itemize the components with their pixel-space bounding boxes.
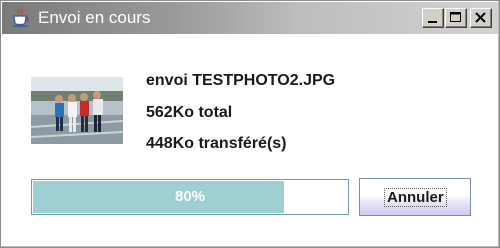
cancel-button-label: Annuler — [384, 188, 447, 207]
upload-progress-bar: 80% — [31, 179, 349, 215]
close-icon — [475, 12, 486, 23]
progress-percent-label: 80% — [174, 188, 206, 205]
java-coffee-cup-icon — [12, 8, 30, 28]
maximize-button[interactable] — [445, 8, 467, 28]
window-title: Envoi en cours — [38, 8, 151, 27]
cancel-button[interactable]: Annuler — [359, 178, 471, 216]
upload-dialog-window: Envoi en cours envoi TESTPHOTO2.JPG 562K… — [0, 0, 500, 248]
total-size-text: 562Ko total — [146, 104, 233, 121]
filename-text: envoi TESTPHOTO2.JPG — [146, 72, 336, 89]
maximize-icon — [450, 12, 461, 22]
minimize-icon — [428, 21, 437, 23]
close-button[interactable] — [470, 8, 492, 28]
minimize-button[interactable] — [422, 8, 444, 28]
transferred-size-text: 448Ko transféré(s) — [146, 135, 287, 152]
title-bar[interactable]: Envoi en cours — [2, 2, 498, 34]
photo-thumbnail — [30, 77, 124, 144]
